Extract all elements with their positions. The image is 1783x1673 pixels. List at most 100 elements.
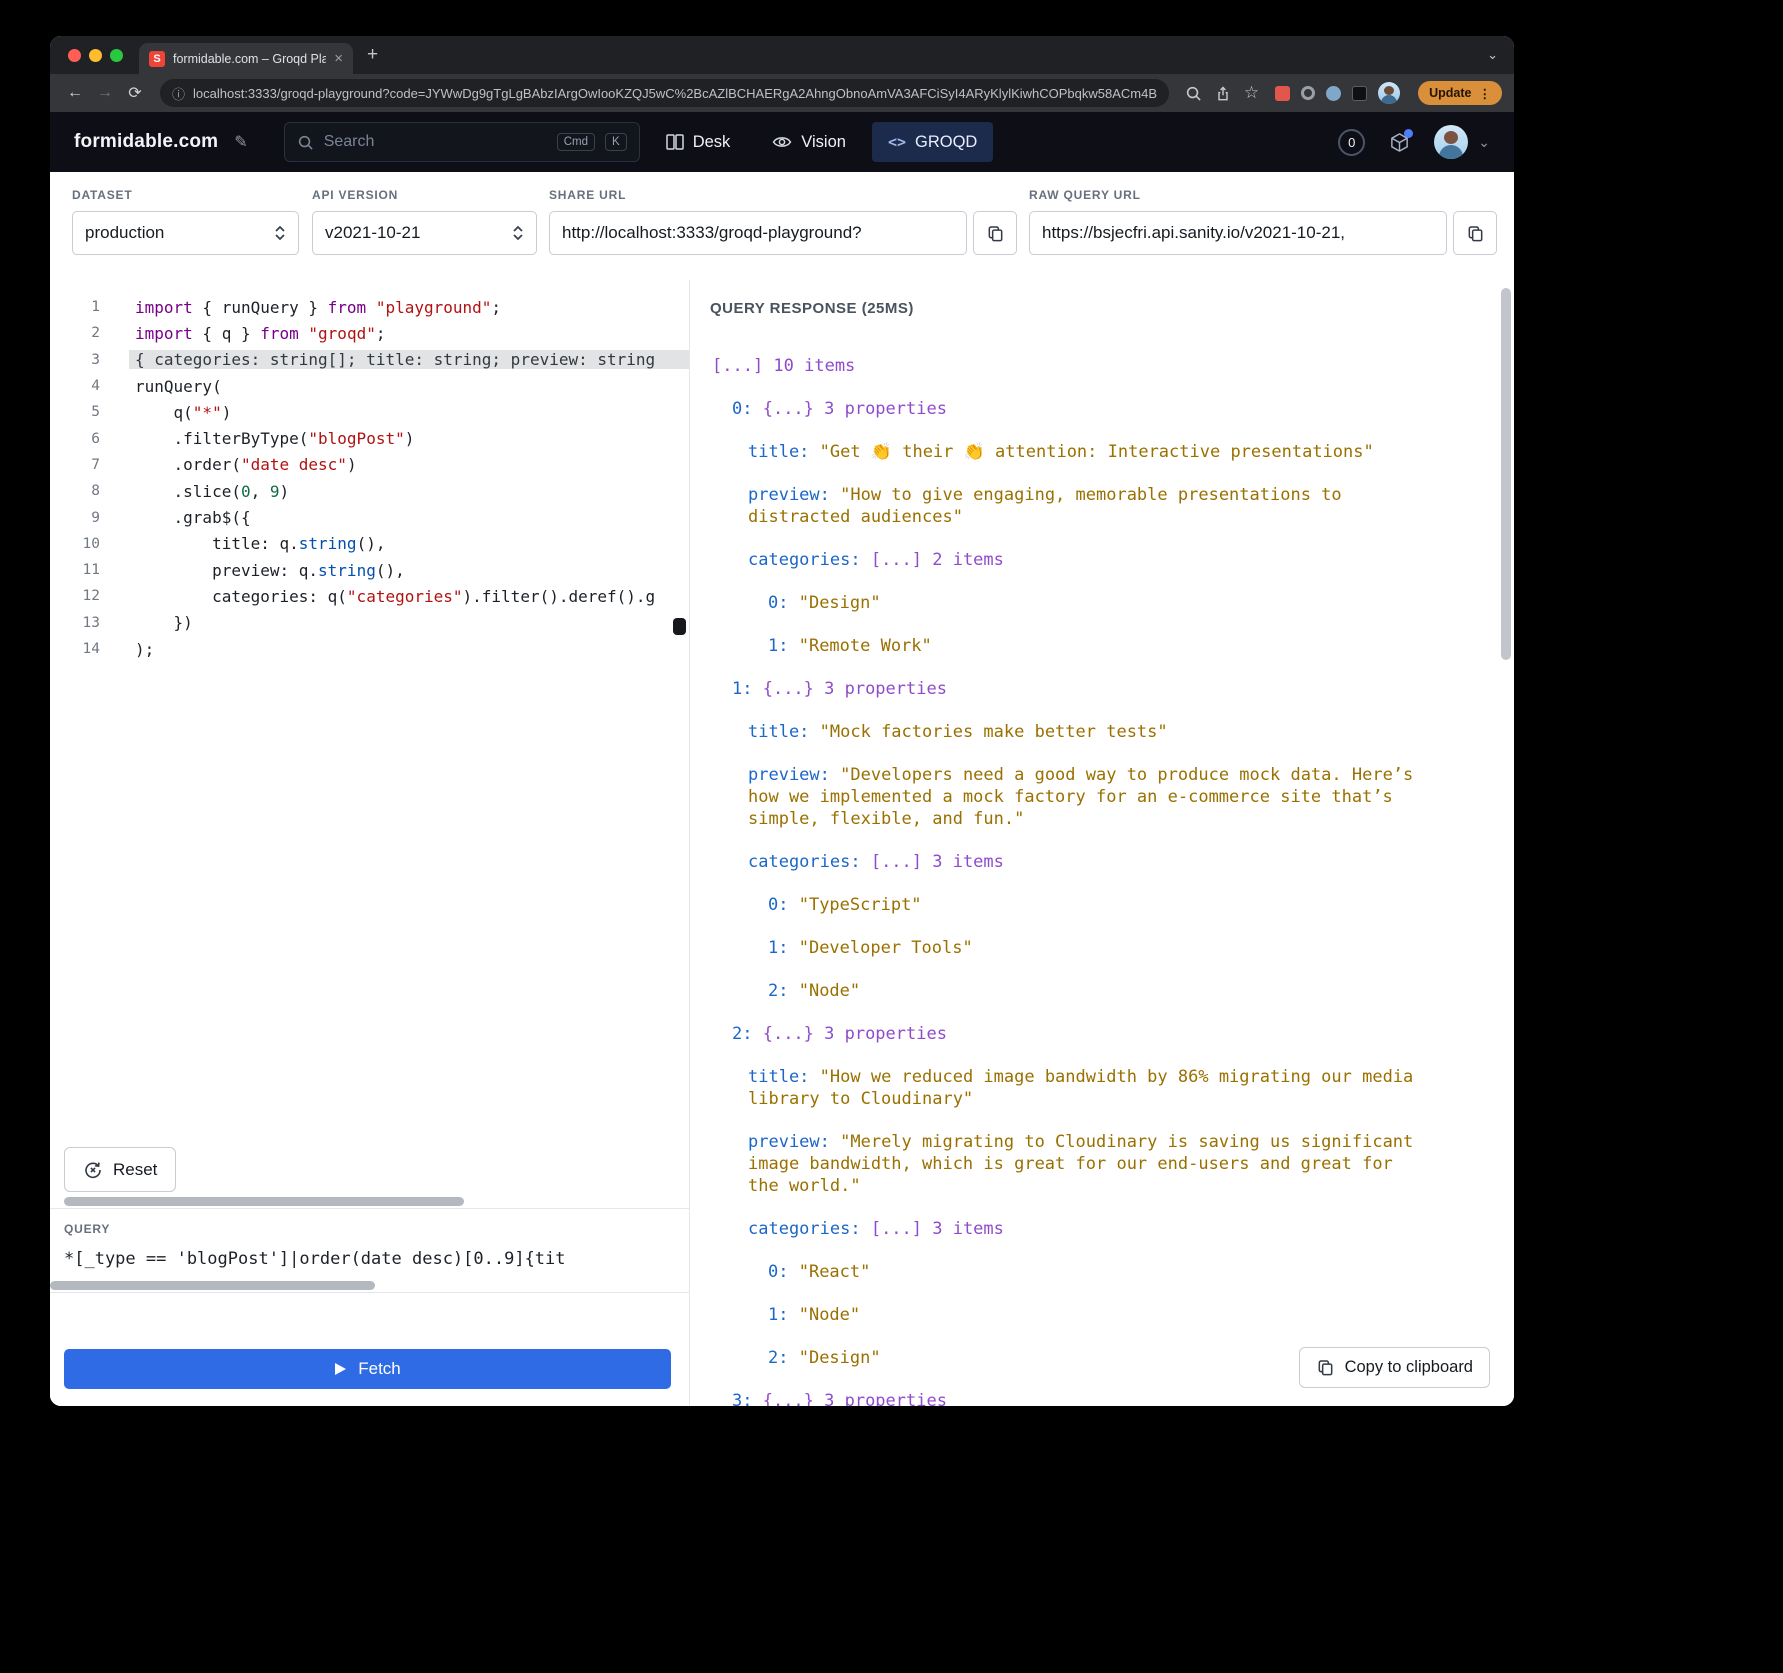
response-row[interactable]: 1: "Remote Work" [710, 635, 1514, 657]
nav-desk[interactable]: Desk [650, 122, 747, 162]
line-number: 1 [50, 299, 100, 315]
tab-close-icon[interactable]: × [334, 50, 343, 67]
share-url-input[interactable]: http://localhost:3333/groqd-playground? [549, 211, 967, 255]
code-line-text: }) [135, 613, 193, 632]
code-line-1[interactable]: 1import { runQuery } from "playground"; [50, 294, 689, 320]
horizontal-scrollbar-thumb[interactable] [50, 1281, 375, 1290]
studio-brand[interactable]: formidable.com [74, 131, 218, 153]
nav-groqd[interactable]: <> GROQD [872, 122, 993, 162]
code-line-6[interactable]: 6 .filterByType("blogPost") [50, 425, 689, 451]
response-row[interactable]: categories: [...] 2 items [710, 549, 1514, 571]
raw-query-url-input[interactable]: https://bsjecfri.api.sanity.io/v2021-10-… [1029, 211, 1447, 255]
fetch-button[interactable]: Fetch [64, 1349, 671, 1389]
address-bar[interactable]: ⓘ localhost:3333/groqd-playground?code=J… [160, 79, 1169, 107]
horizontal-scrollbar-thumb[interactable] [64, 1197, 464, 1206]
raw-query-url-label: RAW QUERY URL [1029, 188, 1497, 202]
tab-title: formidable.com – Groqd Playg [173, 52, 326, 66]
reload-button[interactable]: ⟳ [122, 83, 148, 103]
response-row[interactable]: 2: "Node" [710, 980, 1514, 1002]
code-line-9[interactable]: 9 .grab$({ [50, 504, 689, 530]
response-row[interactable]: preview: "How to give engaging, memorabl… [710, 484, 1514, 528]
editor-scrollbar-thumb[interactable] [673, 618, 686, 635]
raw-query-url-copy-button[interactable] [1453, 211, 1497, 255]
extension-icon[interactable] [1275, 86, 1290, 101]
response-row[interactable]: 1: {...} 3 properties [710, 678, 1514, 700]
tab-bar: S formidable.com – Groqd Playg × + ⌄ [50, 36, 1514, 74]
response-row[interactable]: 2: {...} 3 properties [710, 1023, 1514, 1045]
api-version-select[interactable]: v2021-10-21 [312, 211, 537, 255]
line-number: 14 [50, 641, 100, 657]
bookmark-star-icon[interactable]: ☆ [1244, 83, 1259, 103]
response-row[interactable]: categories: [...] 3 items [710, 851, 1514, 873]
extension-icons [1275, 82, 1400, 104]
share-url-copy-button[interactable] [973, 211, 1017, 255]
code-line-4[interactable]: 4 runQuery( [50, 373, 689, 399]
zoom-icon[interactable] [1185, 85, 1202, 102]
chevron-down-icon[interactable]: ⌄ [1478, 134, 1490, 151]
package-button[interactable] [1389, 132, 1410, 153]
notification-dot [1404, 129, 1413, 138]
code-editor-lines: 1import { runQuery } from "playground";2… [50, 294, 689, 662]
compose-pencil-icon[interactable]: ✎ [234, 132, 247, 152]
extension-icon[interactable] [1352, 86, 1367, 101]
response-row[interactable]: title: "Mock factories make better tests… [710, 721, 1514, 743]
response-row[interactable]: 0: "React" [710, 1261, 1514, 1283]
window-minimize-button[interactable] [89, 49, 102, 62]
main-split: 1import { runQuery } from "playground";2… [50, 280, 1514, 1406]
site-info-icon[interactable]: ⓘ [172, 84, 185, 103]
code-line-text: runQuery( [135, 377, 222, 396]
code-line-10[interactable]: 10 title: q.string(), [50, 531, 689, 557]
response-row[interactable]: 1: "Developer Tools" [710, 937, 1514, 959]
code-line-5[interactable]: 5 q("*") [50, 399, 689, 425]
chrome-update-button[interactable]: Update ⋮ [1418, 81, 1502, 105]
share-url-group: SHARE URL http://localhost:3333/groqd-pl… [549, 188, 1017, 255]
browser-tab[interactable]: S formidable.com – Groqd Playg × [139, 43, 353, 74]
code-editor[interactable]: 1import { runQuery } from "playground";2… [50, 280, 689, 1196]
response-row[interactable]: 3: {...} 3 properties [710, 1390, 1514, 1406]
window-zoom-button[interactable] [110, 49, 123, 62]
response-row[interactable]: title: "Get 👏 their 👏 attention: Interac… [710, 441, 1514, 463]
vertical-scrollbar-thumb[interactable] [1501, 288, 1511, 660]
response-row[interactable]: categories: [...] 3 items [710, 1218, 1514, 1240]
editor-panel: 1import { runQuery } from "playground";2… [50, 280, 690, 1406]
code-line-8[interactable]: 8 .slice(0, 9) [50, 478, 689, 504]
profile-avatar[interactable] [1378, 82, 1400, 104]
code-line-14[interactable]: 14); [50, 636, 689, 662]
dataset-select[interactable]: production [72, 211, 299, 255]
response-row[interactable]: title: "How we reduced image bandwidth b… [710, 1066, 1514, 1110]
kbd-k: K [605, 133, 627, 151]
code-line-11[interactable]: 11 preview: q.string(), [50, 557, 689, 583]
new-tab-button[interactable]: + [367, 44, 378, 66]
extension-icon[interactable] [1301, 86, 1315, 100]
response-row[interactable]: [...] 10 items [710, 355, 1514, 377]
copy-to-clipboard-button[interactable]: Copy to clipboard [1299, 1347, 1490, 1388]
extension-icon[interactable] [1326, 86, 1341, 101]
code-line-2[interactable]: 2import { q } from "groqd"; [50, 320, 689, 346]
code-line-text: ); [135, 640, 154, 659]
controls-row: DATASET production API VERSION v2021-10-… [50, 172, 1514, 280]
code-line-7[interactable]: 7 .order("date desc") [50, 452, 689, 478]
studio-search-input[interactable]: Search Cmd K [284, 122, 640, 162]
studio-header: formidable.com ✎ Search Cmd K Desk Visio… [50, 112, 1514, 172]
user-avatar[interactable] [1434, 125, 1468, 159]
response-header: QUERY RESPONSE (25MS) [710, 300, 1514, 317]
code-line-3[interactable]: 3{ categories: string[]; title: string; … [50, 347, 689, 373]
tab-search-chevron-icon[interactable]: ⌄ [1487, 47, 1498, 63]
code-line-13[interactable]: 13 }) [50, 610, 689, 636]
forward-button[interactable]: → [92, 84, 118, 102]
back-button[interactable]: ← [62, 84, 88, 102]
line-number: 4 [50, 378, 100, 394]
response-row[interactable]: 0: {...} 3 properties [710, 398, 1514, 420]
response-row[interactable]: 0: "Design" [710, 592, 1514, 614]
response-row[interactable]: preview: "Merely migrating to Cloudinary… [710, 1131, 1514, 1197]
response-row[interactable]: 0: "TypeScript" [710, 894, 1514, 916]
nav-vision[interactable]: Vision [756, 122, 862, 162]
response-row[interactable]: 1: "Node" [710, 1304, 1514, 1326]
share-icon[interactable] [1215, 85, 1231, 102]
window-close-button[interactable] [68, 49, 81, 62]
notification-count-badge[interactable]: 0 [1338, 129, 1365, 156]
reset-button[interactable]: Reset [64, 1147, 176, 1192]
response-row[interactable]: preview: "Developers need a good way to … [710, 764, 1514, 830]
query-label: QUERY [64, 1222, 689, 1236]
code-line-12[interactable]: 12 categories: q("categories").filter().… [50, 583, 689, 609]
